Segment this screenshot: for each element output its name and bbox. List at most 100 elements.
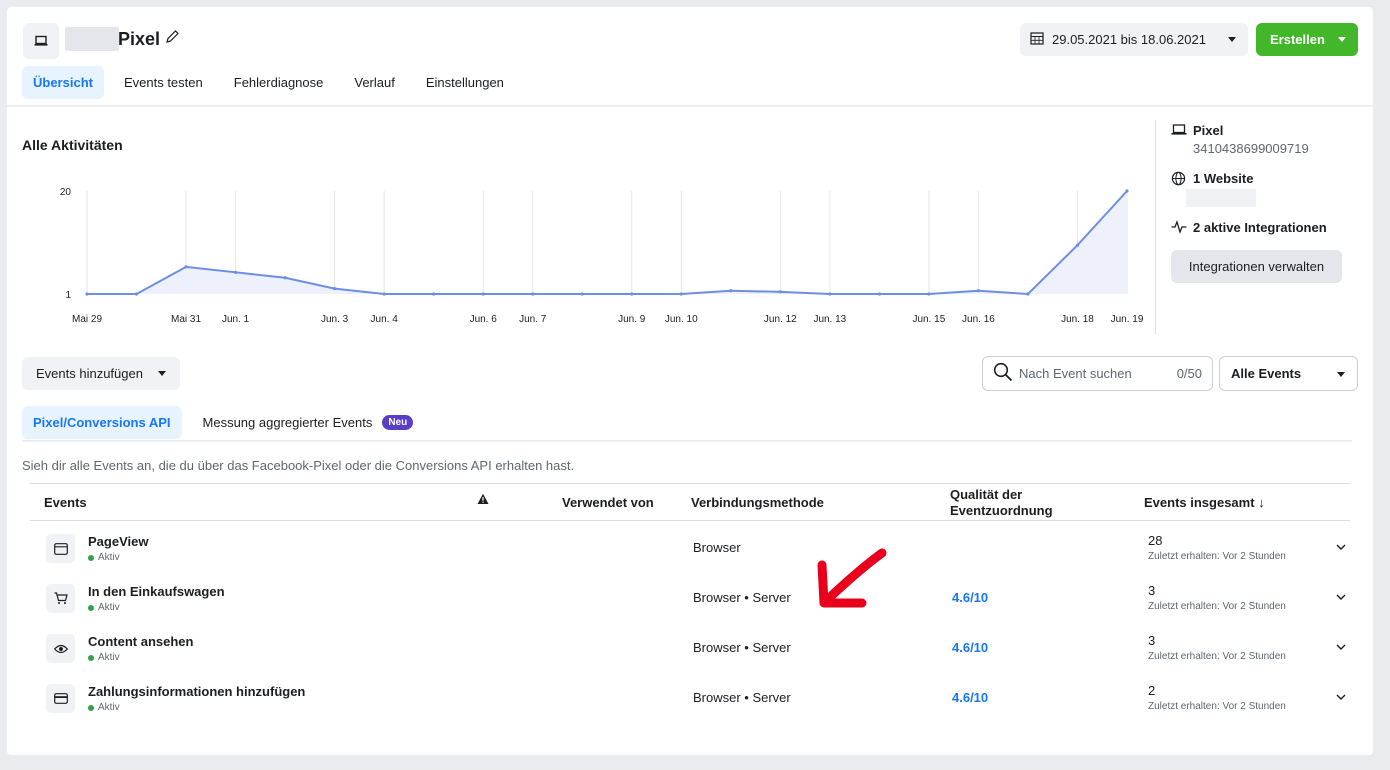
y-tick-label: 20: [60, 187, 72, 198]
col-method[interactable]: Verbindungsmethode: [691, 495, 824, 510]
redacted-website: [1186, 189, 1256, 207]
event-status: Aktiv: [88, 602, 120, 613]
x-tick-label: Jun. 6: [470, 314, 498, 325]
tab-diagnostics[interactable]: Fehlerdiagnose: [223, 66, 335, 99]
data-point: [184, 265, 188, 269]
data-point: [382, 292, 386, 296]
search-input[interactable]: [1019, 366, 1159, 381]
warning-icon: [477, 493, 489, 508]
x-tick-label: Jun. 12: [764, 314, 797, 325]
page-title: Pixel: [118, 29, 161, 49]
tab-aggregated-events[interactable]: Messung aggregierter Events Neu: [192, 406, 425, 439]
col-quality[interactable]: Qualität der Eventzuordnung: [950, 487, 1053, 519]
chevron-down-icon[interactable]: [1335, 591, 1347, 603]
data-point: [134, 292, 139, 296]
side-divider: [1155, 120, 1156, 334]
data-point: [630, 292, 634, 296]
chevron-down-icon[interactable]: [1335, 641, 1347, 653]
activity-icon: [1171, 220, 1187, 236]
tab-settings[interactable]: Einstellungen: [415, 66, 515, 99]
caret-down-icon: [1338, 37, 1346, 42]
chevron-down-icon[interactable]: [1335, 541, 1347, 553]
tab-test-events[interactable]: Events testen: [113, 66, 214, 99]
event-subtabs: Pixel/Conversions API Messung aggregiert…: [22, 406, 434, 439]
event-total: 3: [1148, 633, 1156, 648]
table-row[interactable]: Zahlungsinformationen hinzufügen Aktiv B…: [30, 671, 1350, 721]
search-icon: [993, 362, 1013, 385]
event-total: 3: [1148, 583, 1156, 598]
col-used-by[interactable]: Verwendet von: [562, 495, 654, 510]
event-status-label: Aktiv: [98, 702, 120, 713]
manage-integrations-button[interactable]: Integrationen verwalten: [1171, 250, 1342, 283]
data-point: [1026, 292, 1030, 296]
table-row[interactable]: Content ansehen Aktiv Browser • Server 4…: [30, 621, 1350, 671]
x-tick-label: Jun. 19: [1111, 314, 1144, 325]
event-name: Content ansehen: [88, 634, 194, 649]
x-tick-label: Mai 29: [72, 314, 102, 325]
event-quality[interactable]: 4.6/10: [952, 690, 988, 705]
chevron-down-icon[interactable]: [1335, 691, 1347, 703]
event-method: Browser • Server: [693, 590, 791, 605]
website-label: 1 Website: [1193, 171, 1254, 186]
date-range-button[interactable]: 29.05.2021 bis 18.06.2021: [1020, 23, 1248, 56]
col-quality-line2: Eventzuordnung: [950, 503, 1053, 518]
laptop-icon: [1171, 123, 1187, 139]
col-quality-line1: Qualität der: [950, 487, 1023, 502]
tab-overview[interactable]: Übersicht: [22, 66, 104, 99]
data-point: [927, 292, 931, 296]
new-badge: Neu: [382, 415, 414, 430]
tab-pixel-conversions-api[interactable]: Pixel/Conversions API: [22, 406, 182, 439]
status-dot: [88, 604, 94, 611]
col-events[interactable]: Events: [44, 495, 87, 510]
event-search: 0/50: [982, 356, 1213, 391]
activity-chart: Mai 29 Mai 31 Jun. 1 Jun. 3 Jun. 4 Jun. 6 Jun.…: [60, 187, 1144, 325]
pencil-icon[interactable]: [164, 29, 180, 45]
x-tick-label: Jun. 1: [222, 314, 250, 325]
event-name: In den Einkaufswagen: [88, 584, 225, 599]
x-tick-label: Mai 31: [171, 314, 201, 325]
data-point: [729, 289, 733, 293]
redacted-name: [65, 27, 119, 51]
x-tick-label: Jun. 9: [618, 314, 646, 325]
data-point: [877, 292, 881, 296]
data-point: [481, 292, 485, 296]
event-status-label: Aktiv: [98, 552, 120, 563]
data-point: [283, 276, 287, 280]
event-quality[interactable]: 4.6/10: [952, 590, 988, 605]
data-point: [333, 286, 337, 291]
pixel-overview-page: Pixel 29.05.2021 bis 18.06.2021 Erstelle…: [7, 7, 1373, 755]
pixel-info: Pixel 3410438699009719: [1171, 123, 1309, 156]
table-row[interactable]: In den Einkaufswagen Aktiv Browser • Ser…: [30, 571, 1350, 621]
event-method: Browser • Server: [693, 690, 791, 705]
data-point: [828, 292, 832, 296]
pixel-id: 3410438699009719: [1193, 141, 1309, 156]
event-method: Browser • Server: [693, 640, 791, 655]
chart-title: Alle Aktivitäten: [22, 137, 123, 153]
event-status-label: Aktiv: [98, 652, 120, 663]
x-tick-label: Jun. 7: [519, 314, 547, 325]
create-button[interactable]: Erstellen: [1256, 23, 1358, 56]
events-filter-dropdown[interactable]: Alle Events: [1219, 356, 1358, 391]
events-description: Sieh dir alle Events an, die du über das…: [22, 458, 575, 473]
x-tick-label: Jun. 18: [1061, 314, 1094, 325]
shopping-cart-icon: [46, 584, 75, 613]
caret-down-icon: [1337, 372, 1345, 377]
event-quality[interactable]: 4.6/10: [952, 640, 988, 655]
add-events-button[interactable]: Events hinzufügen: [22, 357, 180, 390]
data-point: [1125, 189, 1129, 193]
search-count: 0/50: [1176, 366, 1202, 381]
col-total[interactable]: Events insgesamt ↓: [1144, 495, 1265, 510]
credit-card-icon: [46, 684, 75, 713]
event-total: 28: [1148, 533, 1163, 548]
data-point: [580, 292, 584, 296]
event-status: Aktiv: [88, 702, 120, 713]
pixel-label: Pixel: [1193, 123, 1224, 138]
browser-window-icon: [46, 534, 75, 563]
table-row[interactable]: PageView Aktiv Browser 28 Zuletzt erhalt…: [30, 521, 1350, 571]
event-last-received: Zuletzt erhalten: Vor 2 Stunden: [1148, 651, 1286, 662]
x-tick-label: Jun. 10: [665, 314, 698, 325]
tab-history[interactable]: Verlauf: [343, 66, 405, 99]
data-point: [432, 292, 436, 296]
date-range-label: 29.05.2021 bis 18.06.2021: [1052, 32, 1206, 47]
x-tick-label: Jun. 15: [912, 314, 945, 325]
